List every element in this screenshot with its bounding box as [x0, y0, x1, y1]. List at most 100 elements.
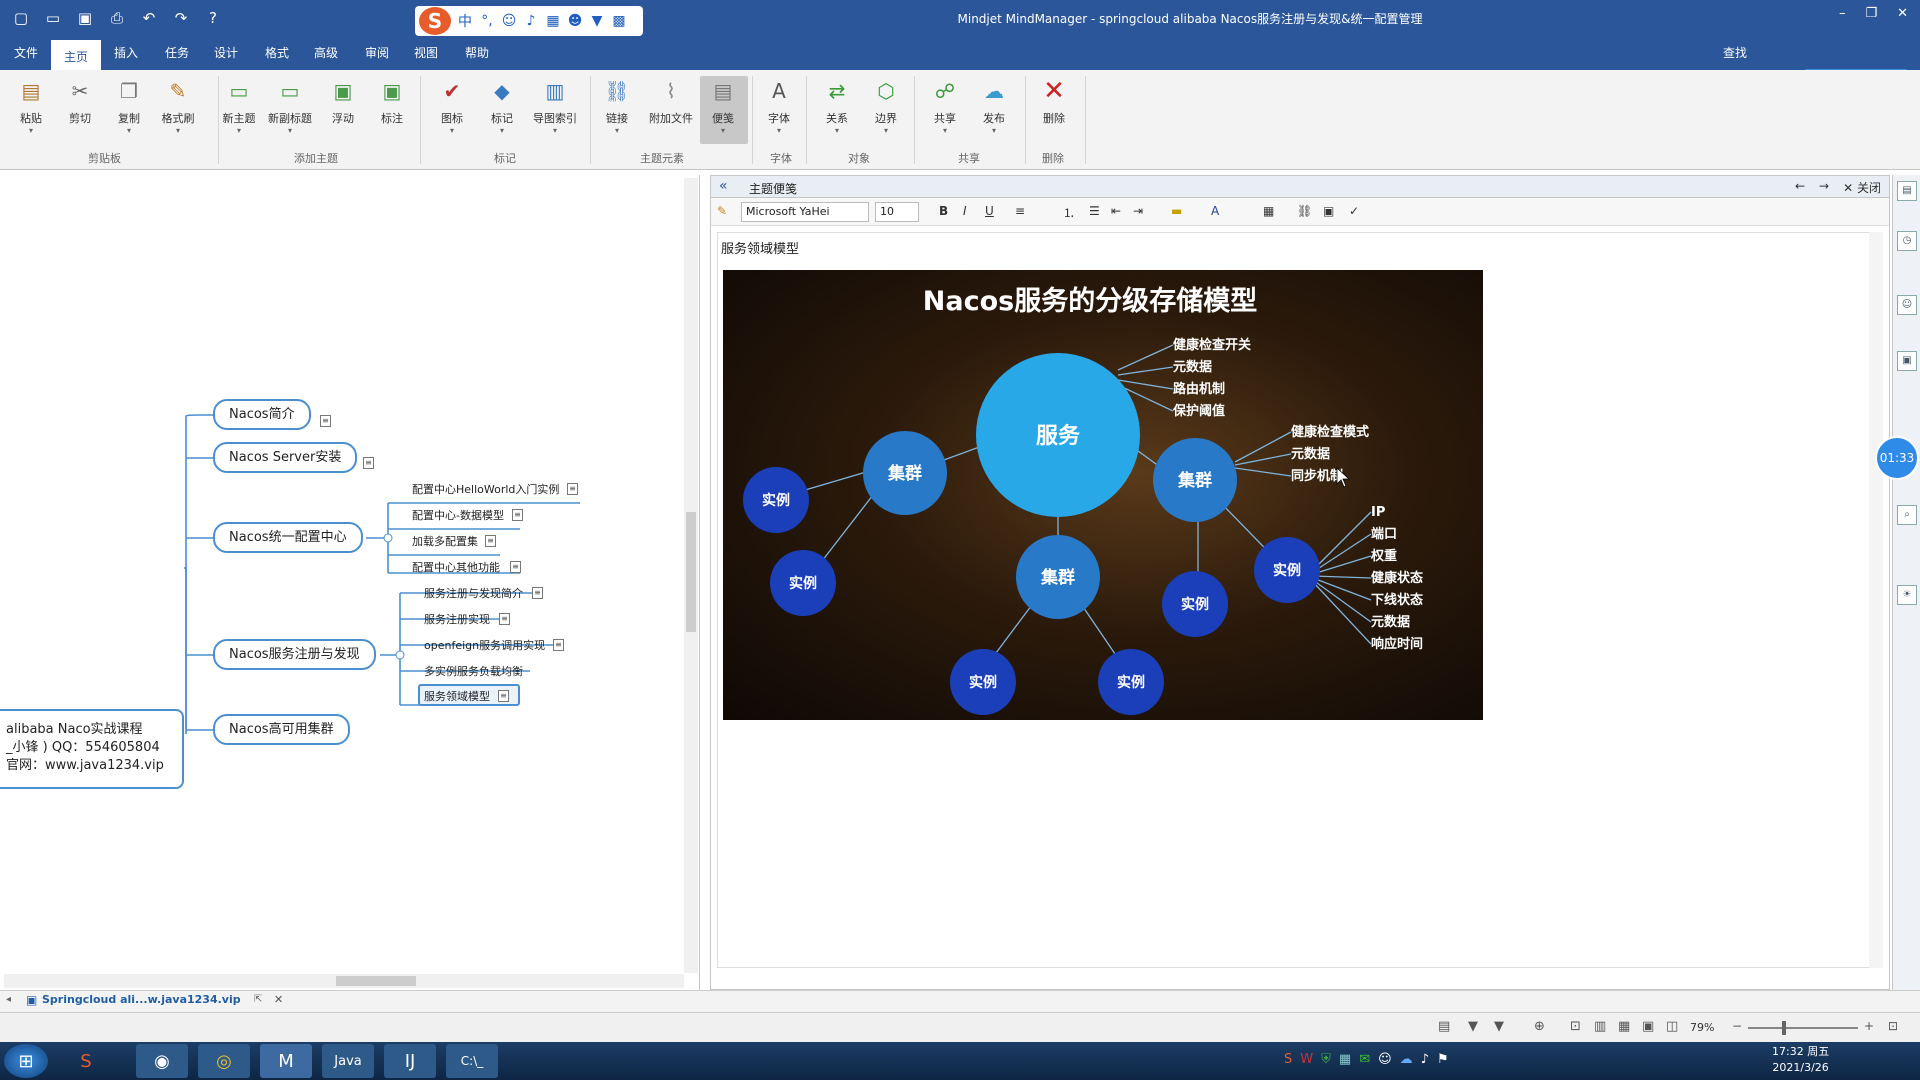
- paste-button[interactable]: ▤ 粘贴 ▾: [8, 76, 54, 135]
- subtopic-service-registration[interactable]: 服务注册实现: [424, 611, 490, 627]
- note-icon[interactable]: ≡: [485, 535, 496, 547]
- mind-map-canvas[interactable]: alibaba Naco实战课程 _小锋 ) QQ：554605804 官网：w…: [0, 175, 700, 995]
- tray-qq-icon[interactable]: ☺: [1378, 1052, 1392, 1067]
- menu-home[interactable]: 主页: [51, 40, 101, 70]
- note-icon[interactable]: ≡: [499, 613, 510, 625]
- search-label[interactable]: 查找: [1723, 44, 1747, 61]
- sidebar-note-icon[interactable]: ▤: [1897, 181, 1917, 201]
- ime-keyboard-icon[interactable]: ▦: [545, 13, 561, 29]
- ime-skin-icon[interactable]: ▼: [589, 13, 605, 29]
- collapse-pane-icon[interactable]: «: [719, 178, 728, 194]
- spellcheck-icon[interactable]: ✓: [1349, 204, 1359, 218]
- pane-icon[interactable]: ◫: [1666, 1019, 1678, 1034]
- subtopic-config-other-features[interactable]: 配置中心其他功能: [412, 559, 500, 575]
- italic-icon[interactable]: I: [963, 204, 967, 218]
- font-button[interactable]: A 字体 ▾: [756, 76, 802, 135]
- map-index-button[interactable]: ▥ 导图索引 ▾: [530, 76, 580, 135]
- minimize-icon[interactable]: –: [1839, 6, 1846, 21]
- taskbar-app-java[interactable]: Java: [322, 1044, 374, 1078]
- new-file-icon[interactable]: ▢: [10, 7, 32, 29]
- topic-nacos-ha-cluster[interactable]: Nacos高可用集群: [213, 714, 350, 745]
- sidebar-bulb-icon[interactable]: ☀: [1897, 585, 1917, 605]
- fit-page-icon[interactable]: ⊡: [1888, 1019, 1898, 1033]
- publish-button[interactable]: ☁ 发布 ▾: [971, 76, 1017, 135]
- note-icon[interactable]: ≡: [498, 690, 509, 702]
- close-icon[interactable]: ✕: [1897, 6, 1908, 21]
- taskbar-app-mindmanager[interactable]: M: [260, 1044, 312, 1078]
- note-icon[interactable]: ≡: [363, 457, 374, 469]
- numbered-list-icon[interactable]: ⒈: [1063, 204, 1075, 221]
- indent-icon[interactable]: ⇥: [1133, 204, 1143, 218]
- menu-format[interactable]: 格式: [265, 44, 289, 61]
- bold-icon[interactable]: B: [939, 204, 948, 218]
- zoom-slider-thumb[interactable]: [1782, 1021, 1786, 1035]
- font-family-select[interactable]: Microsoft YaHei: [741, 202, 869, 222]
- subtopic-load-multiple-configs[interactable]: 加载多配置集: [412, 533, 478, 549]
- redo-icon[interactable]: ↷: [170, 7, 192, 29]
- tab-scroll-left-icon[interactable]: ◂: [6, 994, 11, 1005]
- help-icon[interactable]: ?: [202, 7, 224, 29]
- menu-review[interactable]: 审阅: [365, 44, 389, 61]
- open-folder-icon[interactable]: ▭: [42, 7, 64, 29]
- menu-view[interactable]: 视图: [414, 44, 438, 61]
- note-icon[interactable]: ≡: [320, 415, 331, 427]
- tray-security-icon[interactable]: ⛨: [1321, 1052, 1331, 1067]
- topic-nacos-server-install[interactable]: Nacos Server安装: [213, 442, 358, 473]
- subtopic-config-helloworld[interactable]: 配置中心HelloWorld入门实例: [412, 481, 559, 497]
- undo-icon[interactable]: ↶: [138, 7, 160, 29]
- taskbar-app-sogou[interactable]: S: [60, 1044, 112, 1078]
- font-size-select[interactable]: 10: [875, 202, 919, 222]
- table-icon[interactable]: ▦: [1263, 204, 1274, 218]
- zoom-slider[interactable]: [1748, 1021, 1858, 1035]
- zoom-out-icon[interactable]: −: [1732, 1019, 1742, 1033]
- align-icon[interactable]: ≡: [1015, 204, 1025, 218]
- zoom-in-icon[interactable]: +: [1864, 1019, 1874, 1033]
- filter-options-icon[interactable]: ▼: [1494, 1019, 1504, 1034]
- sidebar-clock-icon[interactable]: ◷: [1897, 231, 1917, 251]
- central-topic[interactable]: alibaba Naco实战课程 _小锋 ) QQ：554605804 官网：w…: [0, 709, 184, 789]
- format-painter-button[interactable]: ✎ 格式刷 ▾: [155, 76, 201, 135]
- subtopic-discovery-intro[interactable]: 服务注册与发现简介: [424, 585, 523, 601]
- bullet-list-icon[interactable]: ☰: [1089, 204, 1100, 218]
- document-tab[interactable]: Springcloud ali...w.java1234.vip: [42, 993, 241, 1006]
- hyperlink-icon[interactable]: ⛓: [1297, 204, 1312, 218]
- forward-arrow-icon[interactable]: →: [1819, 179, 1829, 196]
- highlight-icon[interactable]: ▬: [1171, 204, 1182, 218]
- image-icon[interactable]: ▣: [1323, 204, 1334, 218]
- note-icon[interactable]: ≡: [553, 639, 564, 651]
- tray-wechat-icon[interactable]: ✉: [1359, 1052, 1370, 1067]
- tray-wps-icon[interactable]: W: [1300, 1052, 1313, 1067]
- tag-button[interactable]: ◆ 标记 ▾: [479, 76, 525, 135]
- ime-mic-icon[interactable]: ♪: [523, 13, 539, 29]
- font-color-icon[interactable]: A: [1211, 204, 1219, 218]
- zoom-level[interactable]: 79%: [1690, 1021, 1714, 1034]
- ime-user-icon[interactable]: ☻: [567, 13, 583, 29]
- start-button[interactable]: ⊞: [4, 1044, 48, 1078]
- filter-icon[interactable]: ▼: [1468, 1019, 1478, 1034]
- note-icon[interactable]: ≡: [567, 483, 578, 495]
- clear-format-icon[interactable]: ✎: [717, 204, 727, 218]
- underline-icon[interactable]: U: [985, 204, 994, 218]
- tray-flag-icon[interactable]: ⚑: [1437, 1052, 1449, 1067]
- note-button[interactable]: ▤ 便笺 ▾: [700, 76, 746, 135]
- new-subtopic-button[interactable]: ▭ 新副标题 ▾: [267, 76, 313, 135]
- note-icon[interactable]: ≡: [532, 587, 543, 599]
- close-tab-icon[interactable]: ✕: [274, 993, 283, 1006]
- tray-speaker-icon[interactable]: ♪: [1421, 1052, 1429, 1067]
- note-vertical-scrollbar[interactable]: [1869, 232, 1883, 968]
- sidebar-search-icon[interactable]: ⌕: [1897, 505, 1917, 525]
- topic-nacos-discovery[interactable]: Nacos服务注册与发现: [213, 639, 376, 670]
- scroll-thumb[interactable]: [686, 512, 696, 632]
- tray-sogou-icon[interactable]: S: [1284, 1052, 1292, 1067]
- print-icon[interactable]: ⎙: [106, 7, 128, 29]
- focus-topic-icon[interactable]: ⊕: [1534, 1019, 1545, 1034]
- link-button[interactable]: ⛓ 链接 ▾: [594, 76, 640, 135]
- close-note-button[interactable]: ✕ 关闭: [1843, 179, 1881, 196]
- sogou-logo-icon[interactable]: S: [419, 7, 451, 35]
- cut-button[interactable]: ✂ 剪切: [57, 76, 103, 126]
- scroll-thumb[interactable]: [336, 976, 416, 986]
- callout-button[interactable]: ▣ 标注: [369, 76, 415, 126]
- recording-timer[interactable]: 01:33: [1875, 436, 1919, 480]
- subtopic-service-domain-model[interactable]: 服务领域模型: [424, 688, 490, 704]
- ime-menu-icon[interactable]: ▩: [611, 13, 627, 29]
